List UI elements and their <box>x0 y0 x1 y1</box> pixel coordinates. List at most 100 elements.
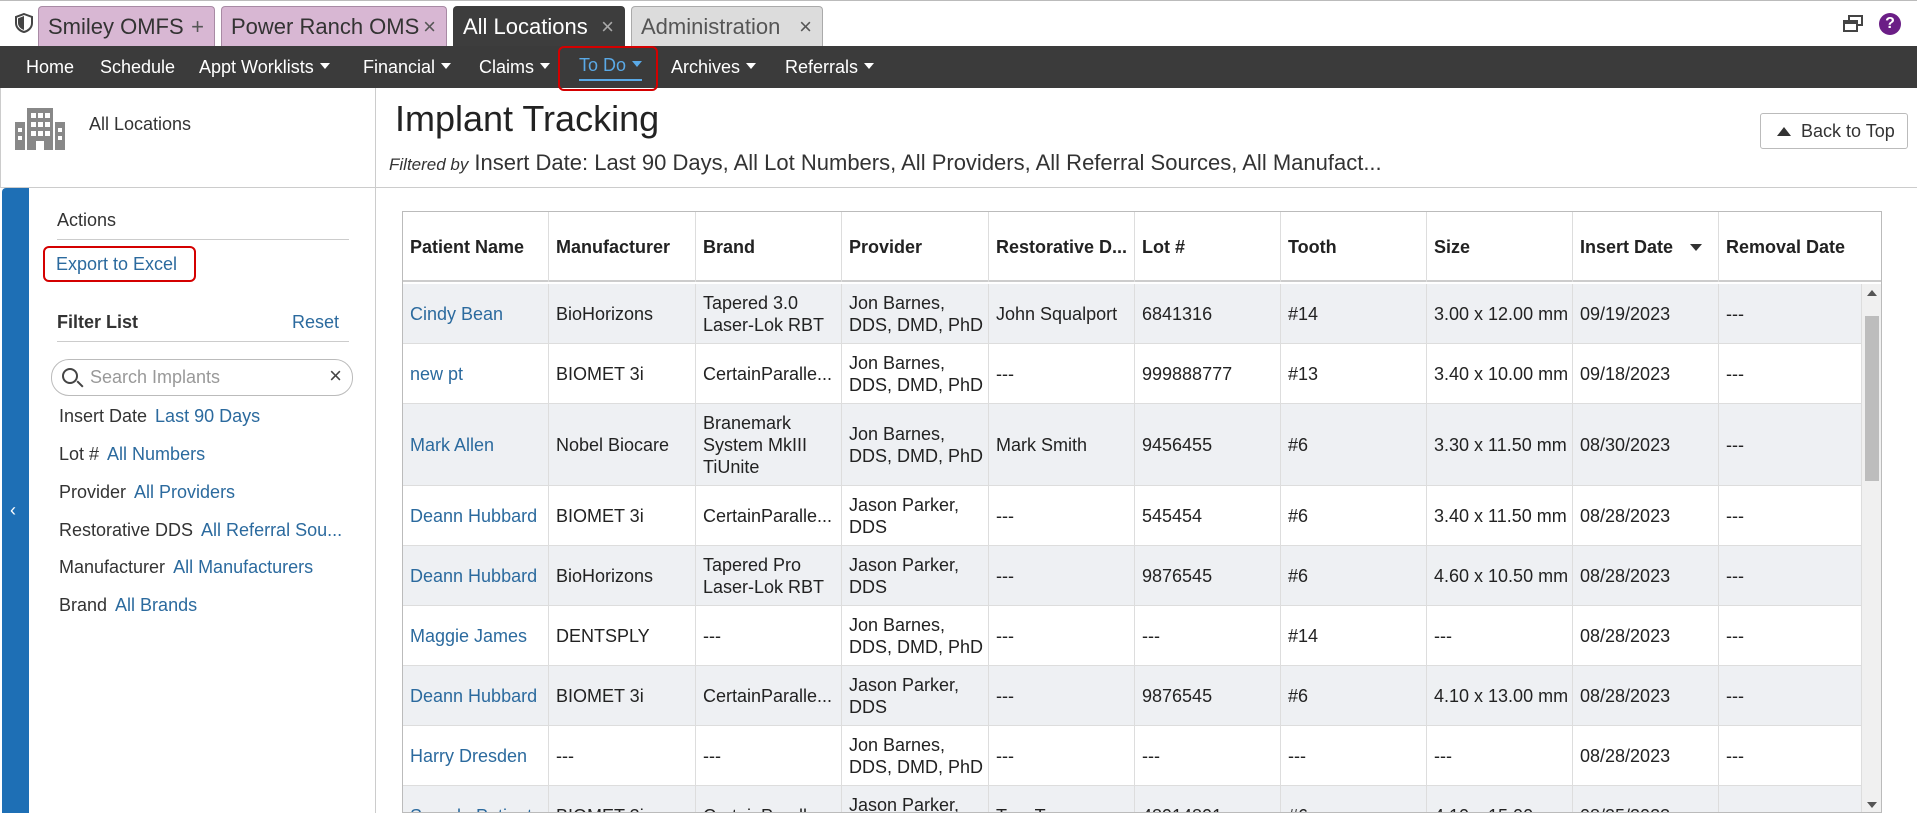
table-row[interactable]: Mark Allen Nobel Biocare Branemark System … <box>403 404 1881 486</box>
divider <box>57 341 349 342</box>
help-icon[interactable]: ? <box>1879 13 1901 35</box>
size-cell: 3.40 x 11.50 mm <box>1427 486 1573 545</box>
filter-provider[interactable]: Provider All Providers <box>59 482 235 503</box>
filter-manufacturer[interactable]: Manufacturer All Manufacturers <box>59 557 313 578</box>
col-removal-date[interactable]: Removal Date <box>1719 212 1881 282</box>
table-row[interactable]: Maggie James DENTSPLY --- Jon Barnes, DDS, … <box>403 606 1881 666</box>
patient-name-cell[interactable]: Maggie James <box>403 606 549 665</box>
col-provider[interactable]: Provider <box>842 212 989 282</box>
scroll-up-icon[interactable] <box>1867 290 1877 296</box>
tab-power-ranch-oms[interactable]: Power Ranch OMS × <box>221 6 447 48</box>
tab-smiley-omfs[interactable]: Smiley OMFS + <box>38 6 215 48</box>
table-row[interactable]: Cindy Bean BioHorizons Tapered 3.0 Laser-L… <box>403 284 1881 344</box>
table-row[interactable]: Sample PatientBIOMET 3iCertainParalle...… <box>403 786 1881 812</box>
table-header: Patient Name Manufacturer Brand Provider… <box>403 212 1881 282</box>
brand-cell: Tapered 3.0 Laser-Lok RBT <box>696 284 842 343</box>
patient-name-cell[interactable]: Sample Patient <box>403 786 549 812</box>
nav-financial[interactable]: Financial <box>363 46 452 88</box>
tooth-cell: #6 <box>1281 666 1427 725</box>
patient-name-cell[interactable]: Harry Dresden <box>403 726 549 785</box>
col-size[interactable]: Size <box>1427 212 1573 282</box>
sidebar-collapse-handle[interactable]: ‹ <box>2 188 29 813</box>
col-patient-name[interactable]: Patient Name <box>403 212 549 282</box>
filter-insert-date[interactable]: Insert Date Last 90 Days <box>59 406 260 427</box>
windows-icon[interactable] <box>1843 15 1863 33</box>
scroll-down-icon[interactable] <box>1867 802 1877 808</box>
lot-number-cell: --- <box>1135 606 1281 665</box>
location-panel: All Locations <box>0 88 376 188</box>
removal-date-cell: --- <box>1726 363 1744 384</box>
lot-number-cell: 545454 <box>1135 486 1281 545</box>
tab-all-locations[interactable]: All Locations × <box>453 6 625 48</box>
search-icon <box>62 368 78 384</box>
provider-cell: Jason Parker, DDS <box>842 666 989 725</box>
close-icon[interactable]: × <box>423 7 436 47</box>
insert-date-cell: 09/19/2023 <box>1573 284 1719 343</box>
nav-claims[interactable]: Claims <box>479 46 551 88</box>
close-icon[interactable]: × <box>799 7 812 47</box>
actions-title: Actions <box>57 210 117 230</box>
size-cell: 4.10 x 15.00 mm <box>1427 786 1573 812</box>
nav-archives[interactable]: Archives <box>671 46 757 88</box>
restorative-dds-cell: --- <box>989 344 1135 403</box>
removal-date-cell: --- <box>1726 685 1744 706</box>
size-cell: 4.10 x 13.00 mm <box>1427 666 1573 725</box>
tooth-cell: #6 <box>1281 486 1427 545</box>
header-divider <box>376 187 1917 188</box>
restorative-dds-cell: --- <box>989 666 1135 725</box>
close-icon[interactable]: × <box>601 7 614 47</box>
restorative-dds-cell: Tom Tom <box>989 786 1135 812</box>
table-row[interactable]: Deann Hubbard BIOMET 3i CertainParalle... J… <box>403 486 1881 546</box>
table-row[interactable]: Harry Dresden --- --- Jon Barnes, DDS, DMD,… <box>403 726 1881 786</box>
restorative-dds-cell: --- <box>989 606 1135 665</box>
filter-brand[interactable]: Brand All Brands <box>59 595 197 616</box>
table-scrollbar[interactable] <box>1861 284 1881 812</box>
col-brand[interactable]: Brand <box>696 212 842 282</box>
patient-name-cell[interactable]: Deann Hubbard <box>403 666 549 725</box>
table-row[interactable]: new pt BIOMET 3i CertainParalle... Jon Barn… <box>403 344 1881 404</box>
brand-cell: Branemark System MkIII TiUnite <box>696 404 842 485</box>
tab-label: Administration <box>641 14 781 39</box>
col-manufacturer[interactable]: Manufacturer <box>549 212 696 282</box>
nav-appt-worklists[interactable]: Appt Worklists <box>199 46 330 88</box>
manufacturer-cell: DENTSPLY <box>549 606 696 665</box>
add-tab-icon[interactable]: + <box>191 7 204 47</box>
table-row[interactable]: Deann Hubbard BioHorizons Tapered Pro Lase… <box>403 546 1881 606</box>
manufacturer-cell: BIOMET 3i <box>549 786 696 812</box>
manufacturer-cell: BioHorizons <box>549 546 696 605</box>
size-cell: 3.30 x 11.50 mm <box>1427 404 1573 485</box>
nav-referrals[interactable]: Referrals <box>785 46 875 88</box>
tooth-cell: #14 <box>1281 606 1427 665</box>
size-cell: 3.00 x 12.00 mm <box>1427 284 1573 343</box>
provider-cell: Jon Barnes, DDS, DMD, PhD <box>842 284 989 343</box>
nav-schedule[interactable]: Schedule <box>100 46 175 88</box>
todo-highlight <box>558 46 658 91</box>
nav-home[interactable]: Home <box>26 46 74 88</box>
patient-name-cell[interactable]: Cindy Bean <box>403 284 549 343</box>
col-tooth[interactable]: Tooth <box>1281 212 1427 282</box>
filter-restorative-dds[interactable]: Restorative DDS All Referral Sou... <box>59 520 342 541</box>
clear-icon[interactable]: × <box>329 363 342 389</box>
patient-name-cell[interactable]: Deann Hubbard <box>403 486 549 545</box>
tooth-cell: #6 <box>1281 546 1427 605</box>
insert-date-cell: 08/25/2023 <box>1573 786 1719 812</box>
col-lot-number[interactable]: Lot # <box>1135 212 1281 282</box>
filter-lot-number[interactable]: Lot # All Numbers <box>59 444 205 465</box>
filter-summary-text: Insert Date: Last 90 Days, All Lot Numbe… <box>474 150 1382 175</box>
back-to-top-button[interactable]: Back to Top <box>1760 113 1908 149</box>
chevron-down-icon <box>441 63 452 70</box>
insert-date-cell: 08/28/2023 <box>1573 546 1719 605</box>
patient-name-cell[interactable]: new pt <box>403 344 549 403</box>
filter-summary: Filtered by Insert Date: Last 90 Days, Al… <box>389 150 1382 176</box>
search-input[interactable]: Search Implants × <box>51 359 353 396</box>
col-insert-date[interactable]: Insert Date <box>1573 212 1719 282</box>
provider-cell: Jason Parker, DDS <box>842 786 989 812</box>
reset-filters-link[interactable]: Reset <box>292 312 339 333</box>
insert-date-cell: 08/28/2023 <box>1573 486 1719 545</box>
patient-name-cell[interactable]: Deann Hubbard <box>403 546 549 605</box>
table-row[interactable]: Deann Hubbard BIOMET 3i CertainParalle... J… <box>403 666 1881 726</box>
scrollbar-thumb[interactable] <box>1865 316 1879 481</box>
col-restorative-dds[interactable]: Restorative D... <box>989 212 1135 282</box>
patient-name-cell[interactable]: Mark Allen <box>403 404 549 485</box>
tab-administration[interactable]: Administration × <box>631 6 823 48</box>
